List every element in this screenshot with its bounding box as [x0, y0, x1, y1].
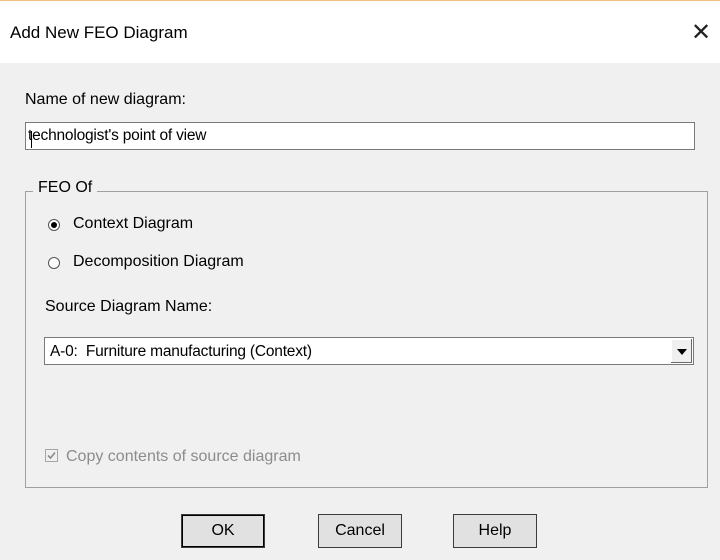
diagram-name-value: technologist's point of view — [28, 127, 206, 148]
context-diagram-label[interactable]: Context Diagram — [73, 215, 193, 233]
add-feo-diagram-dialog: Add New FEO Diagram ✕ Name of new diagra… — [0, 0, 720, 560]
chevron-down-icon — [677, 349, 687, 355]
close-icon[interactable]: ✕ — [684, 15, 718, 49]
text-caret — [31, 131, 32, 148]
context-diagram-radio[interactable] — [48, 219, 60, 231]
source-diagram-label: Source Diagram Name: — [45, 298, 213, 315]
source-diagram-selected: A-0: Furniture manufacturing (Context) — [50, 343, 312, 360]
dialog-title: Add New FEO Diagram — [10, 23, 188, 42]
cancel-button[interactable]: Cancel — [318, 514, 402, 548]
feo-of-legend: FEO Of — [33, 179, 98, 197]
diagram-name-label: Name of new diagram: — [25, 91, 186, 108]
checkmark-icon — [47, 451, 56, 460]
decomposition-diagram-label[interactable]: Decomposition Diagram — [73, 253, 244, 271]
ok-button[interactable]: OK — [181, 514, 265, 548]
source-diagram-select[interactable]: A-0: Furniture manufacturing (Context) — [44, 337, 694, 365]
copy-contents-checkbox[interactable] — [45, 449, 58, 462]
dropdown-button[interactable] — [670, 339, 692, 363]
diagram-name-input[interactable]: technologist's point of view — [25, 122, 695, 150]
radio-selected-dot — [51, 222, 57, 228]
decomposition-diagram-radio[interactable] — [48, 257, 60, 269]
help-button[interactable]: Help — [453, 514, 537, 548]
title-bar: Add New FEO Diagram ✕ — [0, 1, 720, 63]
copy-contents-label: Copy contents of source diagram — [66, 448, 301, 465]
